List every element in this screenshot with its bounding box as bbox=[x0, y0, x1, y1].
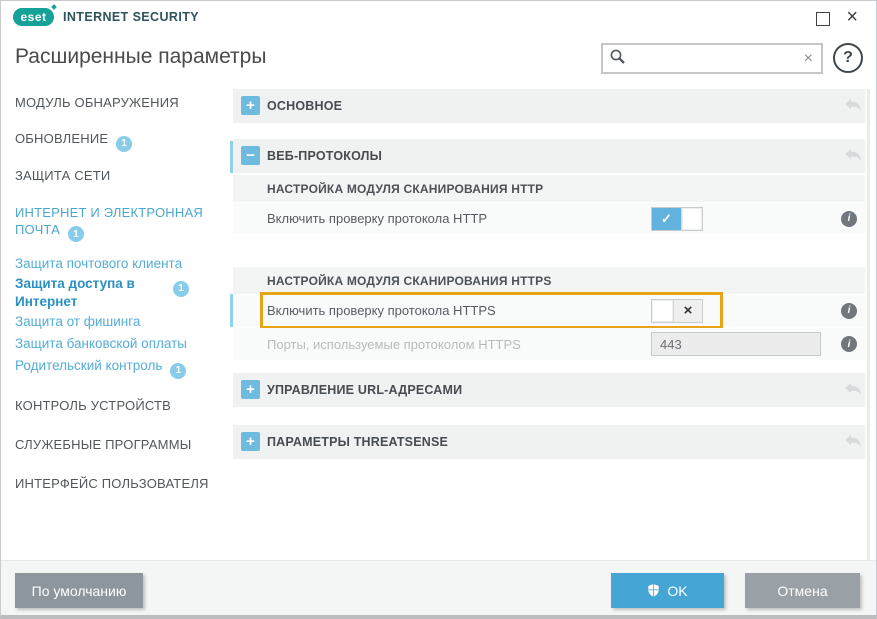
eset-logo: eset bbox=[13, 8, 54, 26]
info-icon[interactable]: i bbox=[841, 336, 857, 352]
undo-icon[interactable] bbox=[843, 146, 863, 166]
product-name: INTERNET SECURITY bbox=[63, 10, 199, 24]
setting-label: Включить проверку протокола HTTP bbox=[267, 203, 487, 234]
search-icon bbox=[609, 48, 626, 70]
toggle-knob bbox=[652, 300, 674, 322]
toggle-knob bbox=[681, 208, 702, 230]
default-button-label: По умолчанию bbox=[32, 583, 127, 599]
sidebar-item-label: Защита от фишинга bbox=[15, 314, 140, 329]
ok-button[interactable]: OK bbox=[611, 573, 724, 608]
sidebar-item-label: СЛУЖЕБНЫЕ ПРОГРАММЫ bbox=[15, 437, 191, 452]
info-icon[interactable]: i bbox=[841, 211, 857, 227]
titlebar: eset INTERNET SECURITY × bbox=[1, 1, 876, 33]
sidebar-item-update[interactable]: ОБНОВЛЕНИЕ 1 bbox=[15, 131, 221, 152]
group-title: НАСТРОЙКА МОДУЛЯ СКАНИРОВАНИЯ HTTP bbox=[267, 175, 543, 202]
settings-panel: + ОСНОВНОЕ − ВЕБ-ПРОТОКОЛЫ НАСТРОЙКА МОД… bbox=[233, 89, 877, 560]
search-box: × bbox=[601, 43, 823, 74]
https-toggle-row: Включить проверку протокола HTTPS × i bbox=[233, 295, 865, 326]
http-group-header: НАСТРОЙКА МОДУЛЯ СКАНИРОВАНИЯ HTTP bbox=[233, 175, 865, 202]
undo-icon[interactable] bbox=[843, 380, 863, 400]
window-controls: × bbox=[816, 7, 858, 27]
collapse-icon[interactable]: − bbox=[241, 146, 260, 165]
sidebar-item-label: МОДУЛЬ ОБНАРУЖЕНИЯ bbox=[15, 95, 179, 110]
match-marker bbox=[230, 141, 233, 173]
sidebar-item-label: Защита доступа в Интернет bbox=[15, 275, 165, 310]
sidebar-item-network-protection[interactable]: ЗАЩИТА СЕТИ bbox=[15, 168, 221, 185]
sidebar-item-web-and-email[interactable]: ИНТЕРНЕТ И ЭЛЕКТРОННАЯ ПОЧТА1 bbox=[15, 205, 221, 242]
ok-button-label: OK bbox=[667, 583, 687, 599]
maximize-icon[interactable] bbox=[816, 12, 830, 26]
sidebar-item-web-access-protection[interactable]: Защита доступа в Интернет 1 bbox=[15, 275, 201, 310]
search-clear-icon[interactable]: × bbox=[796, 50, 821, 68]
info-icon[interactable]: i bbox=[841, 303, 857, 319]
sidebar-item-banking-protection[interactable]: Защита банковской оплаты bbox=[15, 335, 221, 353]
cross-icon: × bbox=[674, 300, 702, 322]
section-threatsense[interactable]: + ПАРАМЕТРЫ THREATSENSE bbox=[233, 425, 865, 459]
http-toggle-switch[interactable]: ✓ bbox=[651, 207, 703, 231]
status-badge: 1 bbox=[170, 363, 186, 379]
sidebar-item-label: Родительский контроль bbox=[15, 358, 162, 373]
https-ports-row: Порты, используемые протоколом HTTPS i bbox=[233, 328, 865, 360]
sidebar-item-label: ОБНОВЛЕНИЕ bbox=[15, 131, 108, 146]
scrollbar[interactable] bbox=[867, 89, 870, 560]
sidebar-item-label: ИНТЕРНЕТ И ЭЛЕКТРОННАЯ ПОЧТА bbox=[15, 205, 203, 237]
cancel-button[interactable]: Отмена bbox=[745, 573, 860, 608]
section-basic[interactable]: + ОСНОВНОЕ bbox=[233, 89, 865, 123]
status-badge: 1 bbox=[68, 226, 84, 242]
search-input[interactable] bbox=[630, 45, 796, 72]
http-toggle-row: Включить проверку протокола HTTP ✓ i bbox=[233, 203, 865, 234]
sidebar: МОДУЛЬ ОБНАРУЖЕНИЯ ОБНОВЛЕНИЕ 1 ЗАЩИТА СЕ… bbox=[1, 89, 233, 560]
section-web-protocols[interactable]: − ВЕБ-ПРОТОКОЛЫ bbox=[233, 139, 865, 173]
sidebar-item-label: ЗАЩИТА СЕТИ bbox=[15, 168, 110, 183]
page-header: Расширенные параметры × ? bbox=[1, 33, 876, 89]
group-title: НАСТРОЙКА МОДУЛЯ СКАНИРОВАНИЯ HTTPS bbox=[267, 267, 552, 294]
cancel-button-label: Отмена bbox=[777, 583, 827, 599]
https-ports-input bbox=[651, 332, 821, 356]
match-marker bbox=[230, 294, 233, 327]
footer-bar: По умолчанию OK Отмена bbox=[1, 560, 876, 616]
setting-label: Порты, используемые протоколом HTTPS bbox=[267, 328, 521, 360]
sidebar-item-tools[interactable]: СЛУЖЕБНЫЕ ПРОГРАММЫ bbox=[15, 437, 221, 454]
expand-icon[interactable]: + bbox=[241, 380, 260, 399]
brand: eset INTERNET SECURITY bbox=[13, 8, 199, 26]
setting-label: Включить проверку протокола HTTPS bbox=[267, 295, 496, 326]
default-button[interactable]: По умолчанию bbox=[15, 573, 143, 608]
sidebar-item-label: Защита банковской оплаты bbox=[15, 336, 187, 351]
shield-icon bbox=[647, 583, 660, 598]
sidebar-item-parental-control[interactable]: Родительский контроль 1 bbox=[15, 357, 221, 379]
sidebar-item-email-client-protection[interactable]: Защита почтового клиента bbox=[15, 255, 221, 273]
https-group-header: НАСТРОЙКА МОДУЛЯ СКАНИРОВАНИЯ HTTPS bbox=[233, 267, 865, 294]
section-title: ПАРАМЕТРЫ THREATSENSE bbox=[267, 425, 448, 459]
section-title: ОСНОВНОЕ bbox=[267, 89, 342, 123]
sidebar-item-device-control[interactable]: КОНТРОЛЬ УСТРОЙСТВ bbox=[15, 398, 221, 415]
undo-icon[interactable] bbox=[843, 96, 863, 116]
sidebar-item-label: Защита почтового клиента bbox=[15, 256, 182, 271]
expand-icon[interactable]: + bbox=[241, 432, 260, 451]
sidebar-item-antiphishing[interactable]: Защита от фишинга bbox=[15, 313, 221, 331]
close-icon[interactable]: × bbox=[846, 7, 858, 27]
check-icon: ✓ bbox=[652, 208, 681, 230]
section-title: ВЕБ-ПРОТОКОЛЫ bbox=[267, 139, 382, 173]
status-badge: 1 bbox=[173, 281, 189, 297]
page-title: Расширенные параметры bbox=[15, 45, 266, 69]
expand-icon[interactable]: + bbox=[241, 96, 260, 115]
sidebar-item-label: КОНТРОЛЬ УСТРОЙСТВ bbox=[15, 398, 171, 413]
section-url-management[interactable]: + УПРАВЛЕНИЕ URL-АДРЕСАМИ bbox=[233, 373, 865, 407]
https-toggle-switch[interactable]: × bbox=[651, 299, 703, 323]
eset-logo-text: eset bbox=[20, 10, 46, 24]
sidebar-item-detection-module[interactable]: МОДУЛЬ ОБНАРУЖЕНИЯ bbox=[15, 95, 221, 112]
sidebar-item-label: ИНТЕРФЕЙС ПОЛЬЗОВАТЕЛЯ bbox=[15, 476, 209, 491]
section-title: УПРАВЛЕНИЕ URL-АДРЕСАМИ bbox=[267, 373, 462, 407]
status-badge: 1 bbox=[116, 136, 132, 152]
undo-icon[interactable] bbox=[843, 432, 863, 452]
sidebar-item-user-interface[interactable]: ИНТЕРФЕЙС ПОЛЬЗОВАТЕЛЯ bbox=[15, 476, 221, 493]
help-icon[interactable]: ? bbox=[833, 43, 863, 73]
eset-advanced-setup-window: eset INTERNET SECURITY × Расширенные пар… bbox=[0, 0, 877, 619]
